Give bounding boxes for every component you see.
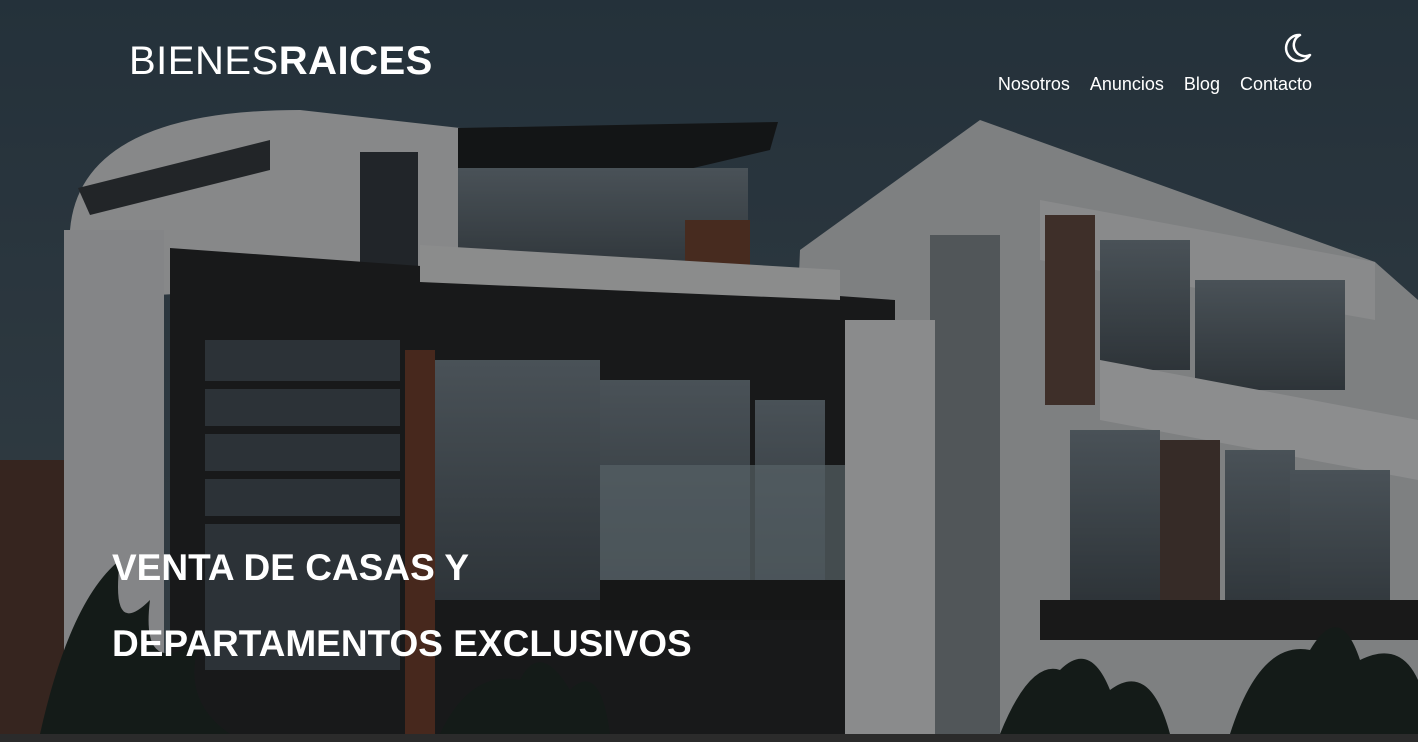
nav-link-blog[interactable]: Blog	[1184, 72, 1220, 96]
moon-icon	[1284, 33, 1312, 63]
hero-section: BIENESRAICES Nosotros Anuncios Blog Cont…	[0, 0, 1418, 734]
dark-mode-toggle[interactable]	[1280, 31, 1314, 65]
nav-link-contacto[interactable]: Contacto	[1240, 72, 1312, 96]
brand-logo[interactable]: BIENESRAICES	[129, 38, 433, 84]
hero-headline: VENTA DE CASAS Y DEPARTAMENTOS EXCLUSIVO…	[112, 530, 692, 682]
nav-link-anuncios[interactable]: Anuncios	[1090, 72, 1164, 96]
hero-headline-line-2: DEPARTAMENTOS EXCLUSIVOS	[112, 623, 692, 664]
hero-headline-line-1: VENTA DE CASAS Y	[112, 547, 470, 588]
main-navigation: Nosotros Anuncios Blog Contacto	[998, 72, 1312, 96]
page-bottom-edge	[0, 734, 1418, 742]
brand-logo-light: BIENES	[129, 39, 279, 83]
brand-logo-bold: RAICES	[278, 39, 433, 83]
nav-link-nosotros[interactable]: Nosotros	[998, 72, 1070, 96]
